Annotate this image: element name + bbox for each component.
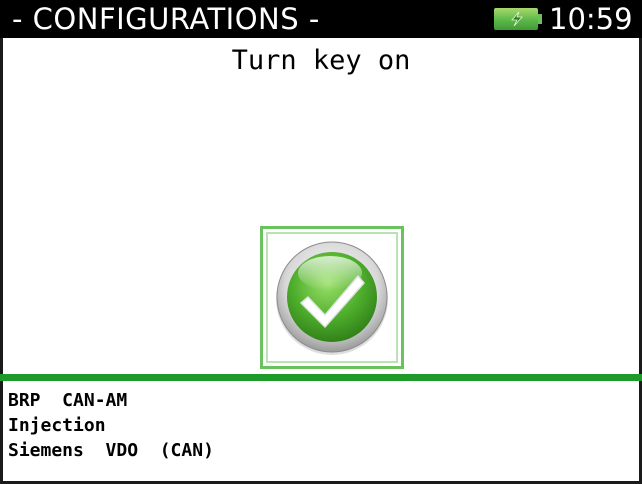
battery-charging-icon xyxy=(494,8,542,30)
title-bar: - CONFIGURATIONS - 10:59 xyxy=(0,0,642,38)
checkmark-icon xyxy=(276,241,388,355)
vehicle-system: Injection xyxy=(8,415,106,436)
confirm-button[interactable] xyxy=(260,226,404,369)
clock: 10:59 xyxy=(549,2,633,36)
separator-bar xyxy=(0,374,642,381)
screen-title: - CONFIGURATIONS - xyxy=(12,2,320,36)
instruction-text: Turn key on xyxy=(231,45,411,76)
vehicle-ecu: Siemens VDO (CAN) xyxy=(8,440,214,461)
vehicle-info: BRP CAN-AM Injection Siemens VDO (CAN) xyxy=(8,388,214,463)
vehicle-brand: BRP CAN-AM xyxy=(8,390,128,411)
